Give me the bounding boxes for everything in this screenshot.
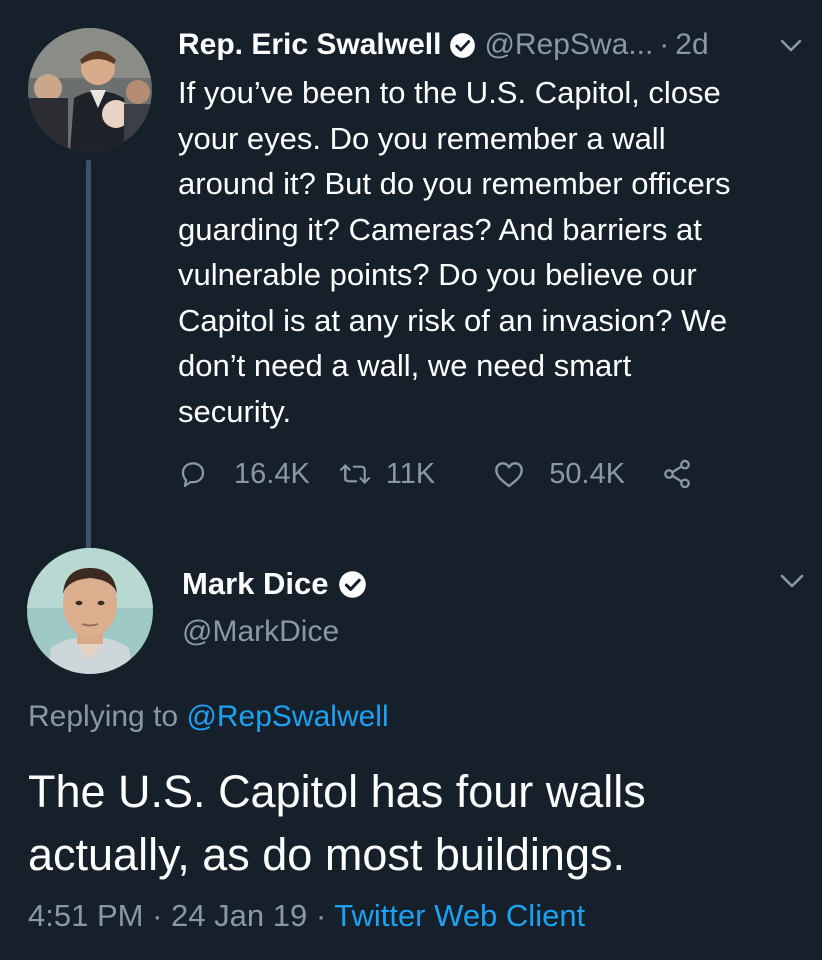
text-line: don’t need a wall, we need smart — [178, 348, 632, 383]
tweet-time[interactable]: 2d — [675, 28, 708, 62]
text-line: guarding it? Cameras? And barriers at — [178, 211, 702, 247]
replying-handle-link[interactable]: @RepSwalwell — [186, 700, 388, 733]
avatar-swalwell[interactable] — [28, 28, 152, 152]
author-handle[interactable]: @RepSwa... — [484, 28, 653, 62]
text-line: security. — [178, 393, 292, 429]
verified-icon — [449, 32, 476, 59]
text-line: actually, as do most buildings. — [28, 829, 625, 880]
like-count: 50.4K — [549, 457, 626, 490]
separator: · — [659, 28, 670, 61]
tweet-date[interactable]: 24 Jan 19 — [171, 898, 307, 933]
retweet-count: 11K — [385, 457, 436, 490]
text-line: your eyes. Do you remember a wall — [178, 120, 666, 156]
text-line: Capitol is at any risk of an invasion? W… — [178, 302, 728, 338]
tweet2-author: Mark Dice — [182, 566, 375, 602]
text-line: If you’ve been to the U.S. Capitol, clos… — [178, 75, 721, 110]
avatar-markdice[interactable] — [27, 548, 153, 674]
tweet1-text: If you’ve been to the U.S. Capitol, clos… — [178, 70, 808, 434]
separator: · — [152, 898, 163, 933]
text-line: vulnerable points? Do you believe our — [178, 257, 697, 292]
tweet2-meta: 4:51 PM · 24 Jan 19 · Twitter Web Client — [28, 898, 585, 934]
tweet1-header: Rep. Eric Swalwell @RepSwa... · 2d — [178, 24, 709, 66]
chevron-down-icon[interactable] — [778, 570, 806, 592]
author-name[interactable]: Rep. Eric Swalwell — [178, 28, 441, 62]
tweet1-actions: 16.4K 11K 50.4K — [178, 452, 693, 496]
share-button[interactable] — [661, 458, 693, 490]
chevron-down-icon[interactable] — [778, 36, 804, 56]
replying-prefix: Replying to — [28, 700, 179, 733]
author-name[interactable]: Mark Dice — [182, 566, 328, 602]
text-line: The U.S. Capitol has four walls — [28, 766, 646, 817]
reply-icon — [178, 459, 208, 489]
text-line: around it? But do you remember officers — [178, 166, 731, 201]
like-button[interactable]: 50.4K — [493, 458, 625, 491]
author-handle[interactable]: @MarkDice — [182, 615, 339, 649]
reply-button[interactable]: 16.4K — [178, 458, 310, 491]
retweet-button[interactable]: 11K — [338, 458, 435, 491]
like-icon — [493, 459, 525, 489]
share-icon — [661, 458, 693, 490]
client-link[interactable]: Twitter Web Client — [334, 898, 585, 933]
replying-to: Replying to @RepSwalwell — [28, 700, 389, 734]
separator: · — [315, 898, 327, 933]
tweet-time[interactable]: 4:51 PM — [28, 898, 143, 933]
tweet2-text: The U.S. Capitol has four walls actually… — [28, 760, 808, 886]
verified-icon — [338, 570, 367, 599]
retweet-icon — [338, 459, 372, 489]
thread-line — [86, 160, 91, 555]
reply-count: 16.4K — [234, 457, 310, 490]
